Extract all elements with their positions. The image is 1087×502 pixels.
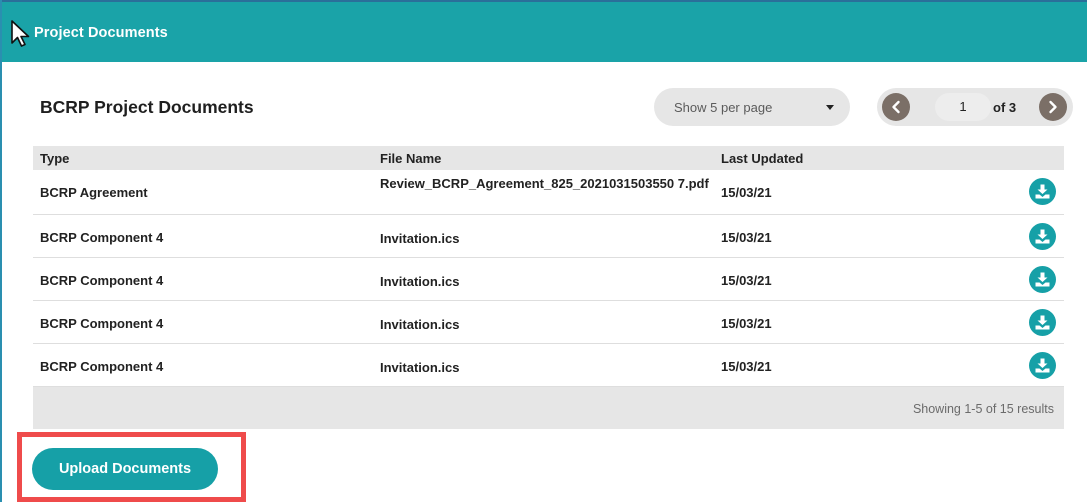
next-page-button[interactable] (1039, 93, 1067, 121)
cell-type: BCRP Component 4 (40, 359, 164, 374)
caret-down-icon (826, 105, 834, 110)
cell-last-updated: 15/03/21 (721, 185, 772, 200)
previous-page-button[interactable] (882, 93, 910, 121)
cell-file-name: Invitation.ics (380, 231, 460, 246)
mouse-pointer-icon (11, 20, 30, 47)
download-icon (1035, 272, 1050, 287)
per-page-value: Show 5 per page (674, 100, 773, 115)
cell-file-name: Invitation.ics (380, 274, 460, 289)
panel-header: Project Documents (2, 0, 1087, 62)
documents-table: Type File Name Last Updated BCRP Agreeme… (33, 146, 1064, 429)
download-button[interactable] (1029, 352, 1056, 379)
download-button[interactable] (1029, 178, 1056, 205)
table-row: BCRP Component 4 Invitation.ics 15/03/21 (33, 301, 1064, 344)
cell-last-updated: 15/03/21 (721, 359, 772, 374)
cell-last-updated: 15/03/21 (721, 316, 772, 331)
chevron-left-icon (892, 100, 900, 114)
page-number-input[interactable]: 1 (935, 93, 991, 121)
table-row: BCRP Agreement Review_BCRP_Agreement_825… (33, 170, 1064, 215)
section-title: BCRP Project Documents (40, 97, 254, 117)
results-count: Showing 1-5 of 15 results (912, 402, 1054, 416)
column-header-last-updated[interactable]: Last Updated (721, 151, 803, 166)
download-icon (1035, 315, 1050, 330)
download-button[interactable] (1029, 309, 1056, 336)
cell-type: BCRP Component 4 (40, 230, 164, 245)
download-icon (1035, 184, 1050, 199)
highlight-box (17, 432, 246, 502)
column-header-type[interactable]: Type (40, 151, 69, 166)
cell-last-updated: 15/03/21 (721, 273, 772, 288)
per-page-select[interactable]: Show 5 per page (654, 88, 850, 126)
cell-file-name: Invitation.ics (380, 317, 460, 332)
table-row: BCRP Component 4 Invitation.ics 15/03/21 (33, 344, 1064, 387)
table-footer: Showing 1-5 of 15 results (33, 387, 1064, 429)
download-button[interactable] (1029, 266, 1056, 293)
column-header-file-name[interactable]: File Name (380, 151, 441, 166)
cell-file-name: Invitation.ics (380, 360, 460, 375)
table-row: BCRP Component 4 Invitation.ics 15/03/21 (33, 215, 1064, 258)
download-icon (1035, 229, 1050, 244)
table-row: BCRP Component 4 Invitation.ics 15/03/21 (33, 258, 1064, 301)
page-total-label: of 3 (993, 100, 1017, 115)
pagination: 1 of 3 (877, 88, 1073, 126)
panel-title: Project Documents (34, 25, 168, 41)
cell-file-name: Review_BCRP_Agreement_825_2021031503550 … (380, 176, 709, 191)
cell-type: BCRP Agreement (40, 185, 148, 200)
download-icon (1035, 358, 1050, 373)
cell-type: BCRP Component 4 (40, 273, 164, 288)
chevron-right-icon (1049, 100, 1057, 114)
table-header: Type File Name Last Updated (33, 146, 1064, 170)
download-button[interactable] (1029, 223, 1056, 250)
project-documents-panel: Project Documents BCRP Project Documents… (0, 0, 1087, 502)
cell-type: BCRP Component 4 (40, 316, 164, 331)
cell-last-updated: 15/03/21 (721, 230, 772, 245)
